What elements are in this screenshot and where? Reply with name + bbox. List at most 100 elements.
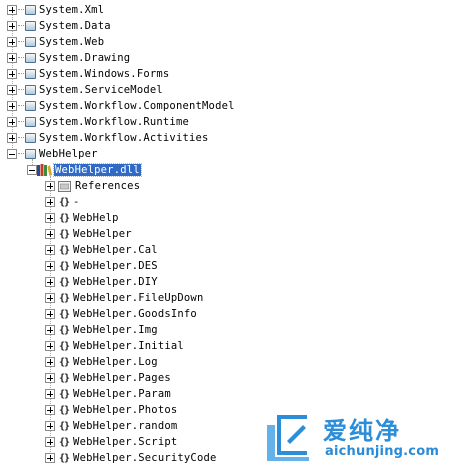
expand-plus-icon[interactable] [45, 405, 55, 415]
watermark-chinese-text: 爱纯净 [323, 417, 401, 445]
expand-plus-icon[interactable] [45, 213, 55, 223]
expand-plus-icon[interactable] [45, 181, 55, 191]
tree-item-namespace[interactable]: {} WebHelper.Pages [45, 370, 171, 386]
assembly-reference-icon [25, 53, 36, 63]
namespace-braces-icon: {} [59, 436, 70, 448]
tree-item-label: WebHelper.Img [73, 324, 158, 336]
assembly-reference-icon [25, 5, 36, 15]
namespace-braces-icon: {} [59, 196, 70, 208]
assembly-reference-icon [25, 101, 36, 111]
aichunjing-logo-icon [267, 415, 309, 461]
expand-plus-icon[interactable] [45, 341, 55, 351]
tree-item-namespace[interactable]: {} WebHelper.Photos [45, 402, 177, 418]
expand-plus-icon[interactable] [45, 421, 55, 431]
tree-item-namespace[interactable]: {} WebHelper.GoodsInfo [45, 306, 197, 322]
expand-plus-icon[interactable] [7, 53, 17, 63]
tree-item-label: System.Web [39, 36, 105, 48]
assembly-books-icon [37, 164, 52, 176]
expand-plus-icon[interactable] [7, 133, 17, 143]
expand-plus-icon[interactable] [7, 117, 17, 127]
namespace-braces-icon: {} [59, 420, 70, 432]
tree-item-label: WebHelper.DES [73, 260, 158, 272]
tree-item-label: System.Windows.Forms [39, 68, 170, 80]
expand-plus-icon[interactable] [45, 277, 55, 287]
tree-item-namespace[interactable]: {} - [45, 194, 80, 210]
tree-item-label: WebHelper.GoodsInfo [73, 308, 197, 320]
tree-item-system-drawing[interactable]: System.Drawing [7, 50, 130, 66]
expand-plus-icon[interactable] [45, 373, 55, 383]
tree-item-namespace[interactable]: {} WebHelper.Cal [45, 242, 158, 258]
tree-connector [18, 105, 24, 107]
tree-item-namespace[interactable]: {} WebHelp [45, 210, 119, 226]
namespace-braces-icon: {} [59, 452, 70, 464]
expand-plus-icon[interactable] [7, 85, 17, 95]
expand-plus-icon[interactable] [7, 69, 17, 79]
tree-item-label: - [73, 196, 80, 208]
tree-item-namespace[interactable]: {} WebHelper.Initial [45, 338, 184, 354]
tree-item-label: WebHelper.FileUpDown [73, 292, 204, 304]
expand-plus-icon[interactable] [45, 325, 55, 335]
tree-item-label: References [75, 180, 141, 192]
tree-item-system-web[interactable]: System.Web [7, 34, 104, 50]
tree-item-label: WebHelper.random [73, 420, 178, 432]
tree-item-namespace[interactable]: {} WebHelper.Script [45, 434, 177, 450]
tree-item-namespace[interactable]: {} WebHelper.FileUpDown [45, 290, 203, 306]
expand-plus-icon[interactable] [7, 101, 17, 111]
tree-item-label: WebHelper [73, 228, 132, 240]
namespace-braces-icon: {} [59, 404, 70, 416]
tree-item-namespace[interactable]: {} WebHelper.DES [45, 258, 158, 274]
namespace-braces-icon: {} [59, 388, 70, 400]
namespace-braces-icon: {} [59, 372, 70, 384]
tree-item-label: System.ServiceModel [39, 84, 163, 96]
tree-item-label: WebHelper.Photos [73, 404, 178, 416]
tree-item-label: System.Data [39, 20, 111, 32]
collapse-minus-icon[interactable] [7, 149, 17, 159]
tree-item-label: WebHelper.Script [73, 436, 178, 448]
expand-plus-icon[interactable] [45, 293, 55, 303]
expand-plus-icon[interactable] [45, 453, 55, 463]
watermark-url: aichunjing.com [325, 444, 440, 459]
expand-plus-icon[interactable] [45, 261, 55, 271]
expand-plus-icon[interactable] [45, 389, 55, 399]
tree-item-references[interactable]: References [45, 178, 140, 194]
collapse-minus-icon[interactable] [27, 165, 37, 175]
namespace-braces-icon: {} [59, 324, 70, 336]
tree-item-system-workflow-componentmodel[interactable]: System.Workflow.ComponentModel [7, 98, 235, 114]
tree-item-label: System.Drawing [39, 52, 131, 64]
tree-item-label: WebHelper.Pages [73, 372, 171, 384]
tree-connector [18, 153, 24, 155]
namespace-braces-icon: {} [59, 292, 70, 304]
expand-plus-icon[interactable] [7, 37, 17, 47]
tree-item-system-servicemodel[interactable]: System.ServiceModel [7, 82, 163, 98]
expand-plus-icon[interactable] [7, 21, 17, 31]
tree-item-namespace[interactable]: {} WebHelper.DIY [45, 274, 158, 290]
tree-item-namespace[interactable]: {} WebHelper.SecurityCode [45, 450, 217, 466]
tree-item-webhelper-dll[interactable]: WebHelper.dll [27, 162, 142, 178]
tree-item-system-workflow-activities[interactable]: System.Workflow.Activities [7, 130, 209, 146]
tree-item-label: System.Workflow.ComponentModel [39, 100, 235, 112]
expand-plus-icon[interactable] [45, 437, 55, 447]
tree-item-namespace[interactable]: {} WebHelper.Param [45, 386, 171, 402]
namespace-braces-icon: {} [59, 340, 70, 352]
expand-plus-icon[interactable] [45, 197, 55, 207]
tree-item-namespace[interactable]: {} WebHelper [45, 226, 132, 242]
tree-item-system-windows-forms[interactable]: System.Windows.Forms [7, 66, 169, 82]
tree-item-namespace[interactable]: {} WebHelper.random [45, 418, 177, 434]
tree-item-webhelper[interactable]: WebHelper [7, 146, 98, 162]
tree-connector [18, 9, 24, 11]
tree-item-system-workflow-runtime[interactable]: System.Workflow.Runtime [7, 114, 189, 130]
namespace-braces-icon: {} [59, 260, 70, 272]
expand-plus-icon[interactable] [45, 309, 55, 319]
expand-plus-icon[interactable] [45, 245, 55, 255]
tree-item-system-xml[interactable]: System.Xml [7, 2, 104, 18]
expand-plus-icon[interactable] [45, 229, 55, 239]
tree-item-label: WebHelper [39, 148, 98, 160]
tree-item-namespace[interactable]: {} WebHelper.Img [45, 322, 158, 338]
expand-plus-icon[interactable] [45, 357, 55, 367]
expand-plus-icon[interactable] [7, 5, 17, 15]
tree-item-system-data[interactable]: System.Data [7, 18, 111, 34]
tree-connector [18, 41, 24, 43]
tree-item-namespace[interactable]: {} WebHelper.Log [45, 354, 158, 370]
assembly-reference-icon [25, 133, 36, 143]
assembly-tree-view[interactable]: System.Xml System.Data System.Web System.Dr… [0, 0, 455, 467]
